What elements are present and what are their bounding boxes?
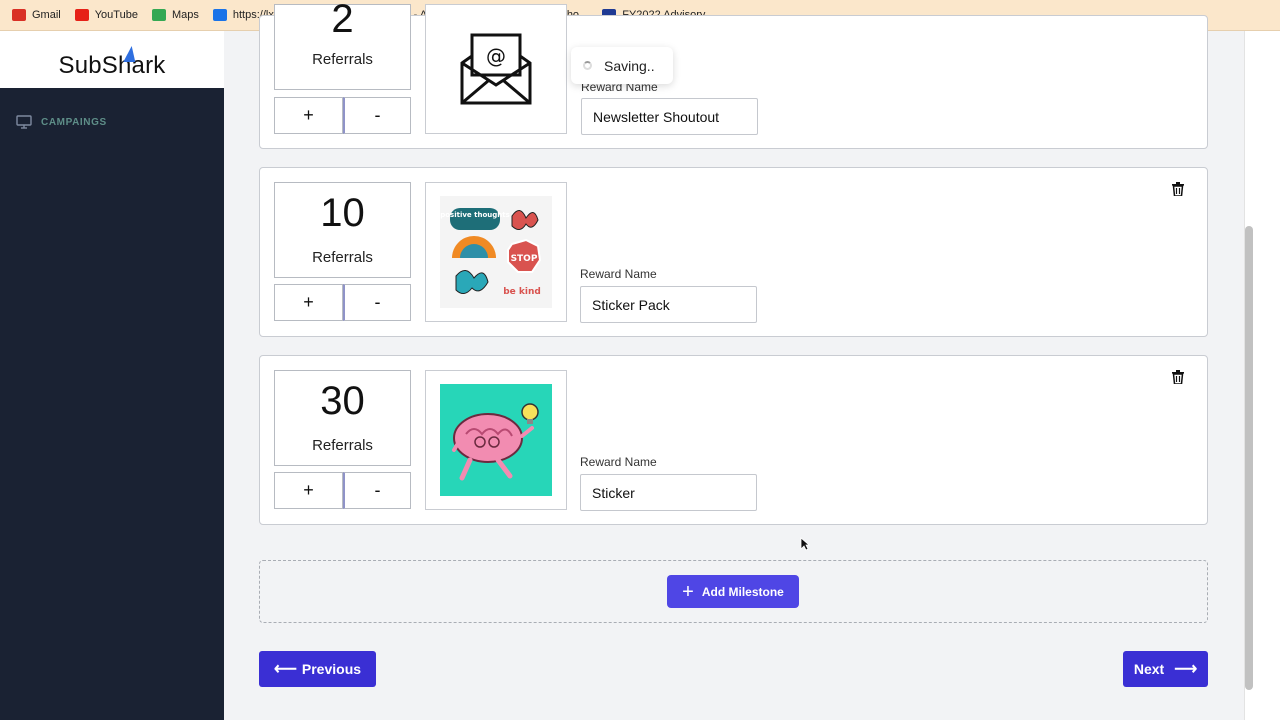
decrement-button[interactable]: -: [343, 284, 411, 321]
svg-text:@: @: [486, 44, 506, 68]
reward-name-input[interactable]: Sticker: [580, 474, 757, 511]
sticker-stop-text: STOP: [511, 254, 538, 264]
referral-count-box: 10 Referrals: [274, 182, 411, 278]
logo[interactable]: SubShark: [0, 31, 224, 88]
delete-milestone-button[interactable]: [1172, 370, 1184, 389]
bookmark-youtube[interactable]: YouTube: [74, 9, 138, 21]
add-milestone-button[interactable]: + Add Milestone: [667, 575, 799, 608]
brain-sticker-image: [440, 384, 552, 496]
bookmark-maps[interactable]: Maps: [151, 9, 199, 21]
reward-image[interactable]: [425, 370, 567, 510]
saving-toast: Saving..: [571, 47, 673, 84]
plus-icon: +: [682, 580, 694, 603]
milestone-card: 2 Referrals + - @ Reward Name Newsletter…: [259, 0, 1208, 149]
trash-icon: [1172, 182, 1184, 197]
youtube-icon: [74, 9, 89, 21]
reward-name-label: Reward Name: [580, 455, 657, 469]
milestone-card: 10 Referrals + - positive thoughts STOP …: [259, 167, 1208, 337]
window-edge: [1258, 31, 1280, 720]
arrow-left-icon: ⟵: [273, 661, 297, 678]
reward-image[interactable]: @: [425, 4, 567, 134]
increment-button[interactable]: +: [274, 472, 343, 509]
decrement-button[interactable]: -: [343, 472, 411, 509]
site-icon: [212, 9, 227, 21]
increment-button[interactable]: +: [274, 97, 343, 134]
next-button[interactable]: Next ⟶: [1123, 651, 1208, 687]
gmail-icon: [12, 9, 26, 21]
sidebar-item-campaigns[interactable]: CAMPAINGS: [0, 112, 224, 132]
monitor-icon: [16, 115, 32, 129]
envelope-icon: @: [460, 33, 532, 105]
referral-count: 10: [320, 191, 365, 235]
increment-button[interactable]: +: [274, 284, 343, 321]
sidebar-item-label: CAMPAINGS: [41, 116, 107, 128]
sticker-positive-text: positive thoughts: [440, 211, 510, 219]
stepper: + -: [274, 472, 411, 509]
sidebar: SubShark CAMPAINGS: [0, 31, 224, 720]
spinner-icon: [583, 61, 592, 70]
trash-icon: [1172, 370, 1184, 385]
sticker-pack-image: positive thoughts STOP be kind: [440, 196, 552, 308]
add-milestone-label: Add Milestone: [701, 584, 784, 599]
reward-name-input[interactable]: Newsletter Shoutout: [581, 98, 758, 135]
maps-icon: [151, 9, 166, 21]
reward-image[interactable]: positive thoughts STOP be kind: [425, 182, 567, 322]
referral-count: 2: [331, 0, 354, 41]
sticker-kind-text: be kind: [503, 287, 541, 297]
previous-button[interactable]: ⟵ Previous: [259, 651, 376, 687]
milestone-card: 30 Referrals + - Reward Name Sticker: [259, 355, 1208, 525]
referral-count: 30: [320, 379, 365, 423]
stepper: + -: [274, 284, 411, 321]
referrals-label: Referrals: [312, 51, 373, 68]
bookmark-gmail[interactable]: Gmail: [12, 9, 61, 21]
delete-milestone-button[interactable]: [1172, 182, 1184, 201]
decrement-button[interactable]: -: [343, 97, 411, 134]
previous-label: Previous: [301, 661, 362, 677]
next-label: Next: [1133, 661, 1165, 677]
reward-name-label: Reward Name: [580, 267, 657, 281]
reward-name-input[interactable]: Sticker Pack: [580, 286, 757, 323]
saving-text: Saving..: [604, 57, 655, 74]
arrow-right-icon: ⟶: [1174, 661, 1198, 678]
referral-count-box: 30 Referrals: [274, 370, 411, 466]
referrals-label: Referrals: [312, 437, 373, 454]
referral-count-box: 2 Referrals: [274, 0, 411, 90]
logo-text: SubShark: [58, 51, 166, 79]
referrals-label: Referrals: [312, 249, 373, 266]
scrollbar-thumb[interactable]: [1245, 226, 1253, 690]
mouse-cursor-icon: [800, 537, 810, 551]
stepper: + -: [274, 97, 411, 134]
